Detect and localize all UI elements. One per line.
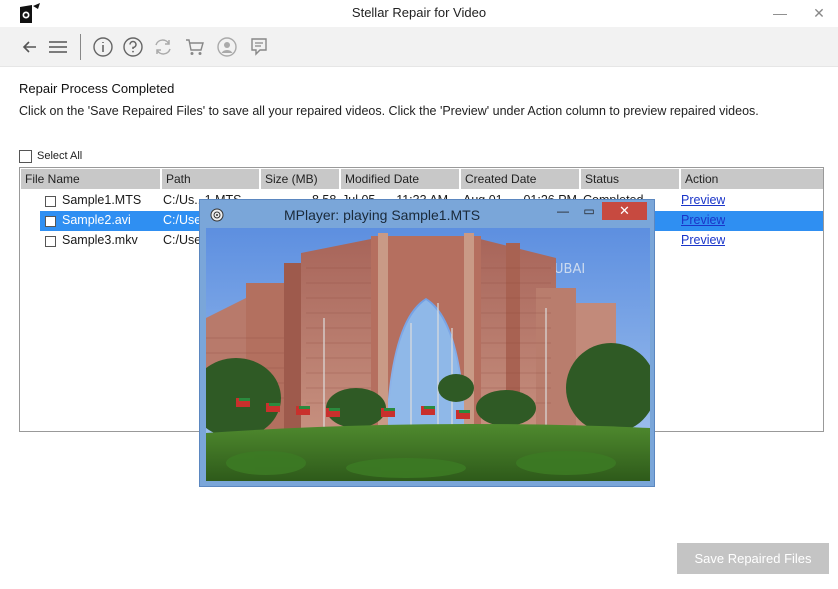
account-icon[interactable] [216, 36, 238, 58]
file-name-cell: Sample3.mkv [62, 233, 138, 247]
file-name-cell: Sample2.avi [62, 213, 131, 227]
window-title: Stellar Repair for Video [351, 5, 487, 20]
help-icon[interactable] [122, 36, 144, 58]
instructions-text: Click on the 'Save Repaired Files' to sa… [19, 104, 759, 118]
preview-link[interactable]: Preview [681, 213, 725, 227]
preview-link[interactable]: Preview [681, 193, 725, 207]
toolbar [0, 27, 838, 67]
select-all-checkbox[interactable]: Select All [19, 149, 82, 163]
checkbox[interactable] [19, 149, 32, 163]
refresh-icon[interactable] [152, 36, 174, 58]
save-repaired-files-button[interactable]: Save Repaired Files [677, 543, 829, 574]
column-header-status[interactable]: Status [581, 169, 679, 189]
mplayer-minimize-button[interactable]: — [552, 202, 574, 220]
column-header-size[interactable]: Size (MB) [261, 169, 339, 189]
menu-icon[interactable] [47, 36, 69, 58]
preview-link[interactable]: Preview [681, 233, 725, 247]
cart-icon[interactable] [184, 36, 206, 58]
mplayer-window[interactable]: MPlayer: playing Sample1.MTS — ▭ ✕ DUBAI [199, 199, 655, 487]
column-header-action[interactable]: Action [681, 169, 823, 189]
row-checkbox[interactable] [45, 216, 56, 227]
video-frame[interactable]: DUBAI [206, 228, 650, 481]
column-header-path[interactable]: Path [162, 169, 259, 189]
select-all-label: Select All [37, 150, 83, 162]
column-header-modified-date[interactable]: Modified Date [341, 169, 459, 189]
table-header: File Name Path Size (MB) Modified Date C… [21, 169, 823, 189]
path-cell: C:/Use [163, 233, 202, 247]
row-checkbox[interactable] [45, 196, 56, 207]
video-still-image: DUBAI [206, 228, 650, 481]
mplayer-close-button[interactable]: ✕ [602, 202, 647, 220]
mplayer-title: MPlayer: playing Sample1.MTS [283, 207, 481, 223]
back-arrow-icon[interactable] [19, 36, 41, 58]
path-cell: C:/Use [163, 213, 202, 227]
mplayer-maximize-button[interactable]: ▭ [578, 202, 600, 220]
column-header-file-name[interactable]: File Name [21, 169, 160, 189]
toolbar-separator [80, 34, 81, 60]
mplayer-title-bar[interactable]: MPlayer: playing Sample1.MTS — ▭ ✕ [200, 200, 654, 228]
log-icon[interactable] [248, 36, 270, 58]
title-bar: Stellar Repair for Video — ✕ [0, 0, 838, 27]
row-checkbox[interactable] [45, 236, 56, 247]
page-heading: Repair Process Completed [19, 81, 175, 96]
column-header-created-date[interactable]: Created Date [461, 169, 579, 189]
mplayer-app-icon [210, 208, 224, 222]
file-name-cell: Sample1.MTS [62, 193, 142, 207]
info-icon[interactable] [92, 36, 114, 58]
close-button[interactable]: ✕ [809, 3, 829, 23]
minimize-button[interactable]: — [770, 3, 790, 23]
